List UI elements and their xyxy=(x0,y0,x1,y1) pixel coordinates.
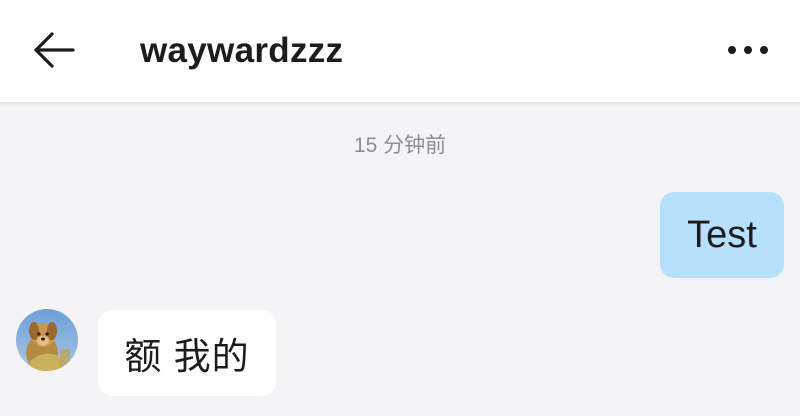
outgoing-message-bubble[interactable]: Test xyxy=(660,192,784,278)
chat-title: waywardzzz xyxy=(140,31,344,70)
incoming-message-bubble[interactable]: 额 我的 xyxy=(98,310,276,396)
message-timestamp: 15 分钟前 xyxy=(353,134,447,157)
dog-avatar xyxy=(16,309,78,371)
more-options-button[interactable] xyxy=(722,28,774,72)
more-horizontal-icon xyxy=(728,46,768,54)
chat-header: waywardzzz xyxy=(0,0,800,102)
back-button[interactable] xyxy=(24,26,84,74)
incoming-message-text: 额 我的 xyxy=(124,336,250,377)
arrow-left-icon xyxy=(34,32,75,68)
outgoing-message-text: Test xyxy=(687,213,757,256)
contact-avatar[interactable] xyxy=(16,309,78,371)
